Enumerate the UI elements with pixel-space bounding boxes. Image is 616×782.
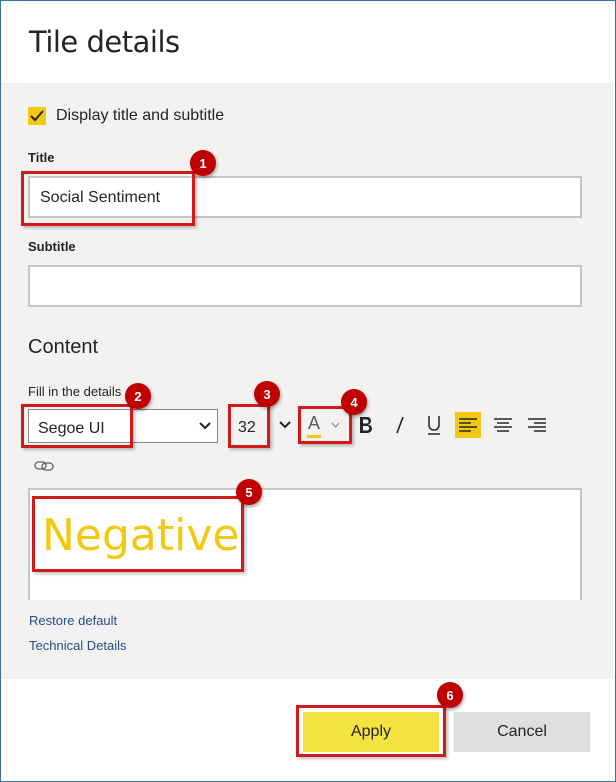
align-right-button[interactable] — [524, 412, 550, 438]
align-right-icon — [528, 418, 546, 432]
chevron-down-icon — [279, 421, 291, 429]
italic-button[interactable] — [387, 412, 413, 438]
chevron-down-icon — [199, 422, 211, 430]
align-left-icon — [459, 418, 477, 432]
align-left-button[interactable] — [455, 412, 481, 438]
italic-icon — [396, 416, 404, 434]
callout-box-3 — [228, 404, 270, 448]
content-hint: Fill in the details — [28, 384, 122, 399]
callout-marker-1: 1 — [190, 150, 216, 176]
subtitle-label: Subtitle — [28, 239, 76, 254]
callout-marker-6: 6 — [437, 682, 463, 708]
align-center-icon — [494, 418, 512, 432]
callout-marker-5: 5 — [236, 479, 262, 505]
callout-marker-3: 3 — [254, 381, 280, 407]
callout-box-4 — [298, 406, 352, 444]
callout-box-1 — [21, 171, 195, 226]
underline-icon — [428, 416, 440, 435]
dialog-header: Tile details — [1, 1, 613, 83]
subtitle-input[interactable] — [28, 265, 582, 307]
technical-details-link[interactable]: Technical Details — [29, 638, 127, 653]
align-center-button[interactable] — [490, 412, 516, 438]
callout-box-2 — [21, 404, 133, 448]
callout-box-6 — [296, 705, 446, 757]
underline-button[interactable] — [421, 412, 447, 438]
dialog-title: Tile details — [29, 25, 180, 59]
bold-button[interactable] — [353, 412, 379, 438]
display-title-checkbox[interactable] — [28, 107, 46, 125]
bold-icon — [360, 417, 372, 433]
link-icon — [34, 461, 54, 471]
content-heading: Content — [28, 336, 99, 358]
title-label: Title — [28, 150, 55, 165]
link-button[interactable] — [34, 459, 56, 477]
callout-box-5 — [32, 496, 244, 572]
restore-default-link[interactable]: Restore default — [29, 613, 117, 628]
cancel-button[interactable]: Cancel — [454, 712, 590, 752]
callout-marker-4: 4 — [341, 389, 367, 415]
checkmark-icon — [30, 110, 44, 122]
callout-marker-2: 2 — [125, 383, 151, 409]
display-title-label: Display title and subtitle — [56, 107, 225, 124]
